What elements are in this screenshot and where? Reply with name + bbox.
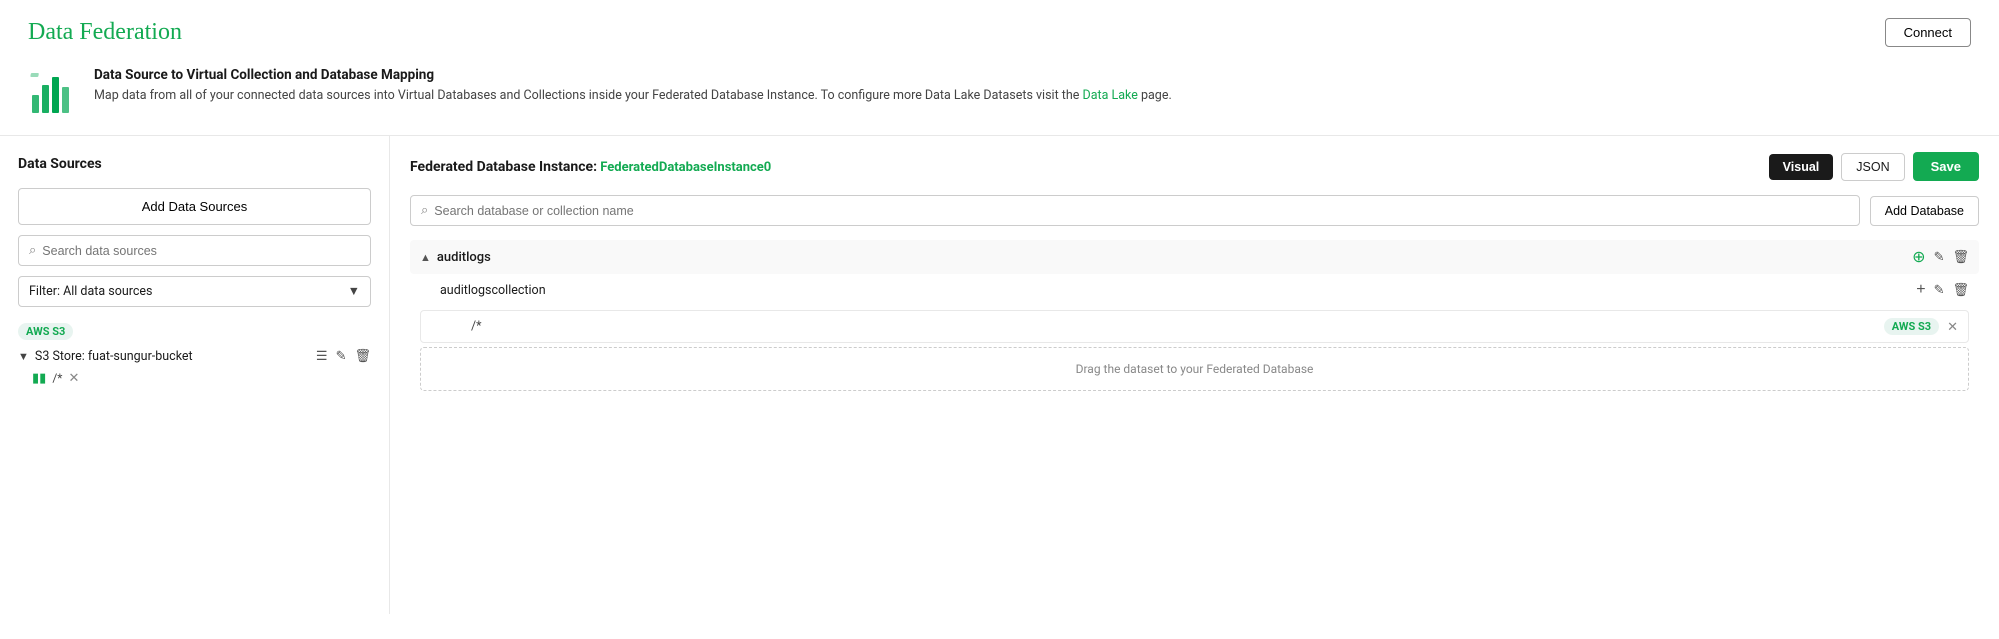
db-delete-button[interactable]: 🗑 — [1952, 249, 1969, 265]
left-panel: Data Sources Add Data Sources ⌕ Filter: … — [0, 136, 390, 614]
s3-store-label: S3 Store: fuat-sungur-bucket — [35, 349, 193, 364]
filter-label: Filter: All data sources — [29, 284, 152, 299]
collection-row: auditlogscollection + ✎ 🗑 — [410, 274, 1979, 306]
s3-store-list-icon[interactable]: ☰ — [316, 348, 328, 364]
filter-dropdown[interactable]: Filter: All data sources ▼ — [18, 276, 371, 307]
search-icon: ⌕ — [29, 243, 36, 258]
aws-s3-badge: AWS S3 — [1884, 318, 1939, 335]
path-close-button[interactable]: ✕ — [1947, 319, 1958, 335]
search-icon: ⌕ — [421, 203, 428, 218]
top-bar: Data Federation Connect — [0, 0, 1999, 57]
info-bar: Data Source to Virtual Collection and Da… — [0, 57, 1999, 135]
db-search-input[interactable] — [434, 204, 1848, 218]
instance-name: FederatedDatabaseInstance0 — [600, 160, 771, 175]
s3-item-path: /* — [52, 371, 62, 385]
db-name: auditlogs — [437, 250, 1912, 265]
collection-add-button[interactable]: + — [1916, 281, 1925, 299]
right-panel: Federated Database Instance: FederatedDa… — [390, 136, 1999, 614]
db-header-actions: ⊕ ✎ 🗑 — [1912, 247, 1969, 267]
drag-hint-row: Drag the dataset to your Federated Datab… — [420, 347, 1969, 391]
db-tree: ▲ auditlogs ⊕ ✎ 🗑 auditlogscollection + … — [410, 240, 1979, 391]
db-edit-button[interactable]: ✎ — [1934, 249, 1945, 265]
save-button[interactable]: Save — [1913, 152, 1979, 181]
chevron-down-icon: ▼ — [348, 284, 360, 299]
data-lake-link[interactable]: Data Lake — [1083, 88, 1138, 103]
collection-delete-button[interactable]: 🗑 — [1952, 282, 1969, 298]
add-database-button[interactable]: Add Database — [1870, 196, 1979, 226]
federated-label-text: Federated Database Instance: — [410, 159, 597, 175]
s3-item-close-button[interactable]: ✕ — [68, 370, 79, 386]
drag-hint-text: Drag the dataset to your Federated Datab… — [1076, 362, 1314, 376]
db-add-button[interactable]: ⊕ — [1912, 247, 1925, 267]
page-title: Data Federation — [28, 19, 182, 46]
db-item-auditlogs: ▲ auditlogs ⊕ ✎ 🗑 auditlogscollection + … — [410, 240, 1979, 391]
collection-edit-button[interactable]: ✎ — [1934, 282, 1945, 298]
view-toggle-group: Visual JSON Save — [1769, 152, 1979, 181]
s3-item-row: ▮▮ /* ✕ — [18, 370, 371, 386]
json-toggle-button[interactable]: JSON — [1841, 153, 1904, 181]
right-panel-header: Federated Database Instance: FederatedDa… — [410, 152, 1979, 181]
main-content: Data Sources Add Data Sources ⌕ Filter: … — [0, 135, 1999, 614]
collection-name: auditlogscollection — [440, 283, 1916, 298]
connect-button[interactable]: Connect — [1885, 18, 1971, 47]
s3-item-drag-icon: ▮▮ — [32, 371, 46, 386]
add-data-sources-button[interactable]: Add Data Sources — [18, 188, 371, 225]
left-search-input[interactable] — [42, 244, 360, 258]
path-row: /* AWS S3 ✕ — [420, 310, 1969, 343]
db-search-row: ⌕ Add Database — [410, 195, 1979, 226]
s3-store-row: ▼ S3 Store: fuat-sungur-bucket ☰ ✎ 🗑 — [18, 348, 371, 364]
aws-s3-badge: AWS S3 — [18, 323, 73, 340]
s3-store-edit-button[interactable]: ✎ — [336, 348, 347, 364]
info-title: Data Source to Virtual Collection and Da… — [94, 67, 1172, 83]
path-text: /* — [471, 319, 1884, 334]
data-federation-icon — [28, 67, 80, 119]
info-desc: Map data from all of your connected data… — [94, 87, 1172, 106]
left-panel-title: Data Sources — [18, 156, 371, 172]
chevron-down-icon: ▼ — [18, 350, 29, 363]
s3-store-delete-button[interactable]: 🗑 — [354, 348, 371, 364]
left-search-box: ⌕ — [18, 235, 371, 266]
db-header[interactable]: ▲ auditlogs ⊕ ✎ 🗑 — [410, 240, 1979, 274]
db-search-box: ⌕ — [410, 195, 1860, 226]
federated-instance-label: Federated Database Instance: FederatedDa… — [410, 159, 771, 175]
visual-toggle-button[interactable]: Visual — [1769, 154, 1834, 180]
collection-actions: + ✎ 🗑 — [1916, 281, 1969, 299]
chevron-up-icon: ▲ — [420, 251, 431, 264]
